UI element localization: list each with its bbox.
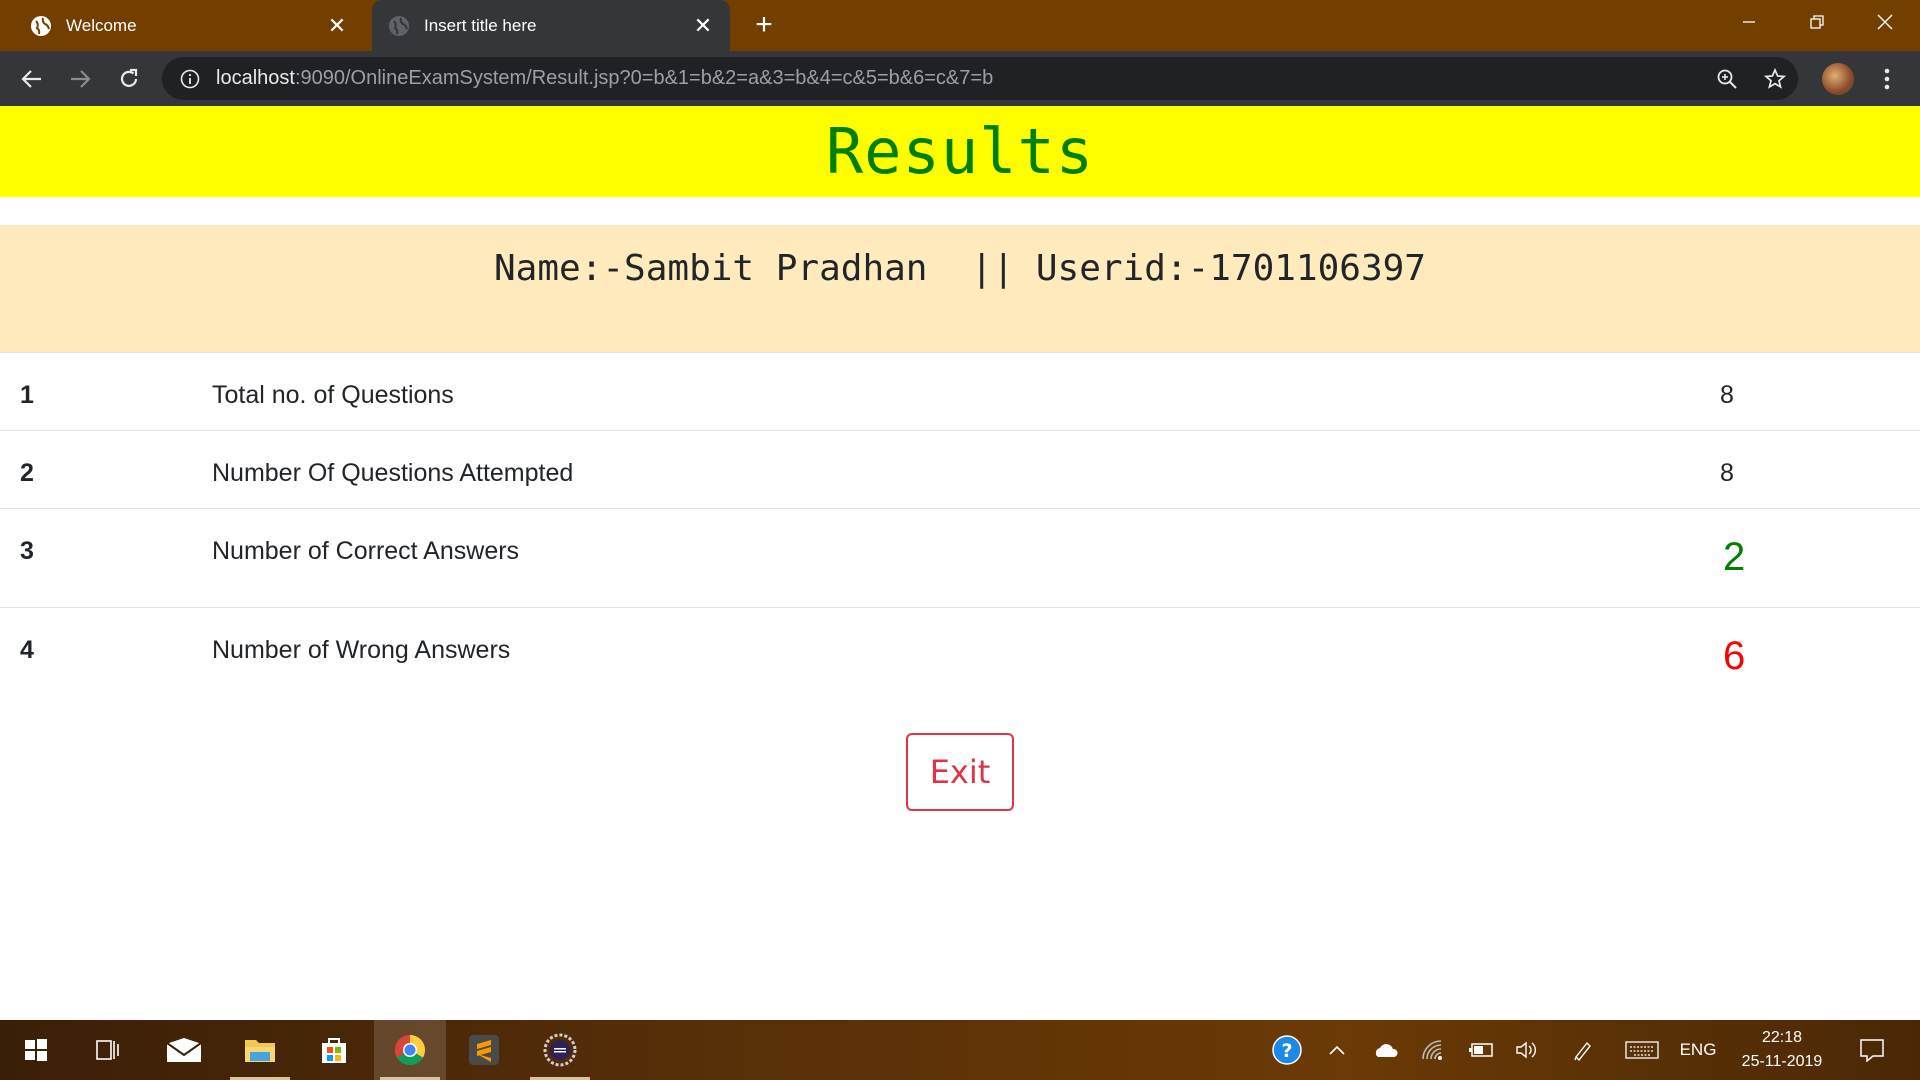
reload-button[interactable] — [109, 59, 149, 99]
battery-icon[interactable] — [1464, 1020, 1498, 1080]
browser-tab-strip: Welcome ✕ Insert title here ✕ + — [0, 0, 1920, 51]
results-table: 1 Total no. of Questions 8 2 Number Of Q… — [0, 352, 1920, 707]
onedrive-icon[interactable] — [1368, 1020, 1402, 1080]
file-explorer-icon[interactable] — [224, 1020, 296, 1080]
results-banner: Results — [0, 106, 1920, 197]
tab-title: Welcome — [66, 15, 137, 35]
pen-icon[interactable] — [1566, 1020, 1600, 1080]
back-arrow-icon — [21, 70, 41, 88]
row-label: Number Of Questions Attempted — [212, 459, 574, 487]
user-info: Name:-Sambit Pradhan || Userid:-17011063… — [494, 248, 1426, 289]
notification-icon[interactable] — [1852, 1020, 1892, 1080]
browser-toolbar: localhost:9090/OnlineExamSystem/Result.j… — [0, 51, 1920, 106]
forward-button[interactable] — [60, 59, 100, 99]
sublime-text-icon[interactable] — [448, 1020, 520, 1080]
url-text: localhost:9090/OnlineExamSystem/Result.j… — [216, 67, 993, 90]
page-content: Results Name:-Sambit Pradhan || Userid:-… — [0, 106, 1920, 1020]
reload-icon — [120, 68, 138, 87]
table-row: 3 Number of Correct Answers 2 — [0, 508, 1920, 608]
row-number: 3 — [20, 537, 34, 565]
restore-button[interactable] — [1782, 0, 1852, 44]
mail-icon[interactable] — [148, 1020, 220, 1080]
eclipse-icon[interactable] — [524, 1020, 596, 1080]
chevron-up-icon[interactable] — [1322, 1020, 1352, 1080]
task-view-icon[interactable] — [72, 1020, 144, 1080]
clock-date: 25-11-2019 — [1741, 1053, 1823, 1070]
clock[interactable]: 22:18 25-11-2019 — [1728, 1026, 1836, 1074]
minimize-button[interactable] — [1714, 0, 1784, 44]
row-number: 4 — [20, 636, 34, 664]
table-row: 1 Total no. of Questions 8 — [0, 352, 1920, 431]
address-bar[interactable]: localhost:9090/OnlineExamSystem/Result.j… — [162, 57, 1798, 100]
exit-button[interactable]: Exit — [906, 733, 1014, 811]
globe-icon — [30, 15, 52, 37]
language-indicator[interactable]: ENG — [1676, 1020, 1720, 1080]
svg-text:?: ? — [1281, 1040, 1292, 1062]
info-icon[interactable] — [178, 67, 202, 91]
bookmark-star-icon[interactable] — [1762, 66, 1788, 92]
taskbar: ? ENG 22:18 25-11-2019 — [0, 1020, 1920, 1080]
table-row: 2 Number Of Questions Attempted 8 — [0, 430, 1920, 509]
tab-welcome[interactable]: Welcome ✕ — [14, 0, 364, 51]
chrome-icon[interactable] — [374, 1020, 446, 1080]
clock-time: 22:18 — [1761, 1029, 1803, 1046]
row-value: 8 — [1720, 381, 1734, 409]
zoom-icon[interactable] — [1714, 66, 1740, 92]
row-label: Total no. of Questions — [212, 381, 454, 409]
back-button[interactable] — [12, 59, 52, 99]
row-label: Number of Correct Answers — [212, 537, 520, 565]
user-info-strip: Name:-Sambit Pradhan || Userid:-17011063… — [0, 225, 1920, 352]
url-host: localhost — [216, 67, 295, 89]
globe-icon — [388, 15, 410, 37]
help-icon[interactable]: ? — [1268, 1020, 1306, 1080]
forward-arrow-icon — [71, 70, 91, 88]
close-tab-icon[interactable]: ✕ — [690, 13, 716, 39]
volume-icon[interactable] — [1510, 1020, 1544, 1080]
row-number: 1 — [20, 381, 34, 409]
row-label: Number of Wrong Answers — [212, 636, 511, 664]
keyboard-icon[interactable] — [1622, 1020, 1662, 1080]
tab-title: Insert title here — [424, 15, 537, 35]
profile-avatar[interactable] — [1822, 63, 1854, 95]
row-value: 8 — [1720, 459, 1734, 487]
tab-insert-title[interactable]: Insert title here ✕ — [372, 0, 730, 51]
close-window-button[interactable] — [1850, 0, 1920, 44]
browser-menu-icon[interactable] — [1872, 61, 1902, 97]
correct-answers-value: 2 — [1723, 535, 1746, 579]
new-tab-button[interactable]: + — [747, 8, 781, 42]
row-number: 2 — [20, 459, 34, 487]
windows-start-icon[interactable] — [0, 1020, 72, 1080]
wrong-answers-value: 6 — [1723, 634, 1746, 678]
url-path: :9090/OnlineExamSystem/Result.jsp?0=b&1=… — [294, 67, 994, 89]
close-tab-icon[interactable]: ✕ — [324, 13, 350, 39]
wifi-icon[interactable] — [1416, 1020, 1450, 1080]
table-row: 4 Number of Wrong Answers 6 — [0, 607, 1920, 707]
store-icon[interactable] — [298, 1020, 370, 1080]
page-title: Results — [825, 115, 1095, 188]
